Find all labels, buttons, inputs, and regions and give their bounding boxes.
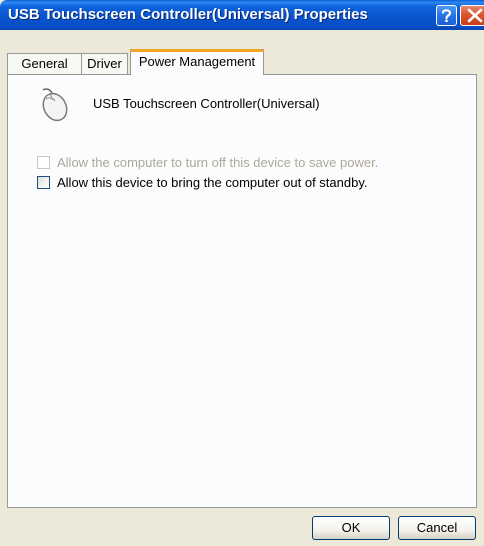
title-bar[interactable]: USB Touchscreen Controller(Universal) Pr… (0, 0, 484, 30)
cancel-button[interactable]: Cancel (398, 516, 476, 540)
ok-button[interactable]: OK (312, 516, 390, 540)
tab-general[interactable]: General (7, 53, 82, 74)
properties-dialog: USB Touchscreen Controller(Universal) Pr… (0, 0, 484, 546)
allow-wake-label[interactable]: Allow this device to bring the computer … (57, 175, 367, 190)
mouse-icon (42, 88, 68, 122)
question-mark-icon (441, 9, 452, 22)
close-button[interactable] (460, 5, 484, 26)
tab-panel: USB Touchscreen Controller(Universal) Al… (7, 74, 477, 508)
allow-turn-off-checkbox (37, 156, 50, 169)
allow-wake-checkbox[interactable] (37, 176, 50, 189)
device-name: USB Touchscreen Controller(Universal) (93, 96, 320, 111)
tab-power-management[interactable]: Power Management (130, 49, 264, 75)
allow-turn-off-label: Allow the computer to turn off this devi… (57, 155, 379, 170)
close-icon (467, 8, 483, 23)
help-button[interactable] (436, 5, 457, 26)
tab-driver[interactable]: Driver (81, 53, 128, 74)
window-title: USB Touchscreen Controller(Universal) Pr… (8, 6, 368, 23)
